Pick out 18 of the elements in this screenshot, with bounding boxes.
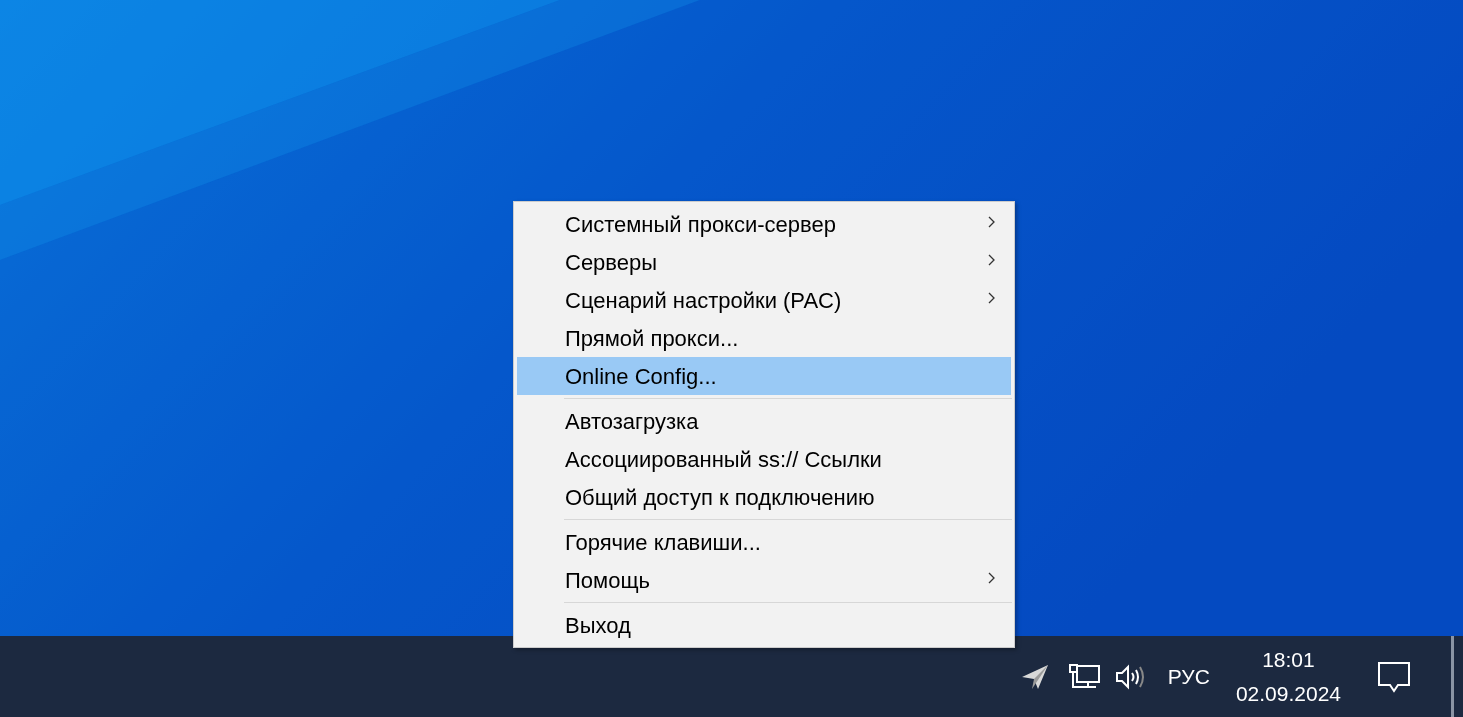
speaker-icon[interactable]: [1113, 662, 1146, 691]
clock-time: 18:01: [1262, 646, 1315, 673]
menu-item[interactable]: Сценарий настройки (PAC): [517, 281, 1011, 319]
menu-item[interactable]: Системный прокси-сервер: [517, 205, 1011, 243]
menu-item[interactable]: Online Config...: [517, 357, 1011, 395]
menu-item[interactable]: Выход: [517, 606, 1011, 644]
language-indicator[interactable]: РУС: [1167, 660, 1210, 693]
network-icon[interactable]: [1067, 662, 1102, 691]
menu-item[interactable]: Автозагрузка: [517, 402, 1011, 440]
menu-item[interactable]: Серверы: [517, 243, 1011, 281]
menu-item[interactable]: Общий доступ к подключению: [517, 478, 1011, 516]
menu-item[interactable]: Помощь: [517, 561, 1011, 599]
menu-item[interactable]: Прямой прокси...: [517, 319, 1011, 357]
menu-item[interactable]: Горячие клавиши...: [517, 523, 1011, 561]
menu-item[interactable]: Ассоциированный ss:// Ссылки: [517, 440, 1011, 478]
clock[interactable]: 18:01 02.09.2024: [1235, 642, 1341, 711]
clock-date: 02.09.2024: [1235, 680, 1341, 707]
notification-icon[interactable]: [1377, 660, 1411, 693]
